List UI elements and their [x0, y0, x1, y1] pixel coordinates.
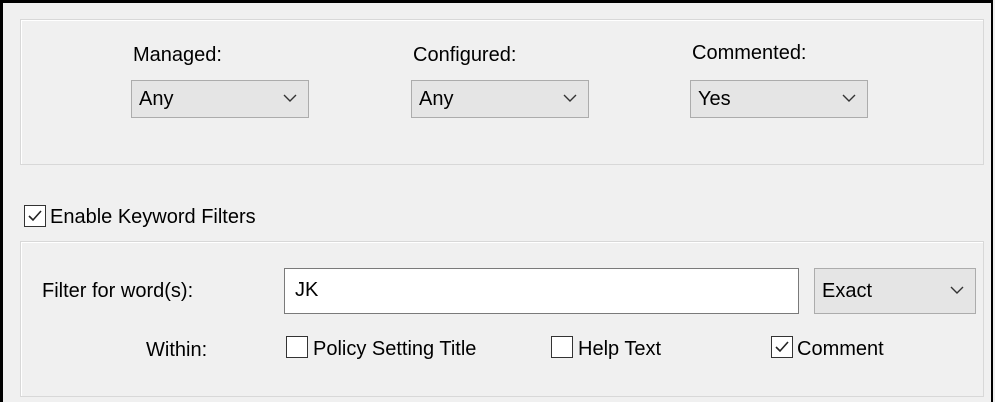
check-icon — [28, 210, 42, 222]
filter-words-textbox[interactable] — [284, 268, 799, 314]
policy-setting-title-checkbox[interactable] — [286, 336, 308, 358]
match-mode-value: Exact — [822, 280, 873, 302]
managed-value: Any — [139, 88, 174, 110]
configured-value: Any — [419, 88, 454, 110]
configured-label: Configured: — [413, 44, 517, 66]
chevron-down-icon — [283, 94, 297, 102]
within-label: Within: — [146, 339, 208, 361]
enable-keyword-filters-label[interactable]: Enable Keyword Filters — [50, 205, 256, 229]
comment-label[interactable]: Comment — [797, 337, 884, 361]
check-icon — [775, 341, 789, 353]
filter-words-input[interactable] — [295, 279, 775, 302]
match-mode-dropdown[interactable]: Exact — [814, 268, 976, 314]
managed-label: Managed: — [133, 44, 222, 66]
configured-dropdown[interactable]: Any — [411, 80, 589, 118]
chevron-down-icon — [842, 94, 856, 102]
chevron-down-icon — [563, 94, 577, 102]
chevron-down-icon — [950, 286, 964, 294]
comment-checkbox[interactable] — [771, 336, 793, 358]
help-text-label[interactable]: Help Text — [578, 337, 661, 361]
managed-dropdown[interactable]: Any — [131, 80, 309, 118]
keyword-filters-group — [20, 241, 984, 397]
enable-keyword-filters-checkbox[interactable] — [24, 205, 46, 227]
commented-label: Commented: — [692, 42, 807, 64]
filter-words-label: Filter for word(s): — [42, 280, 194, 302]
help-text-checkbox[interactable] — [551, 336, 573, 358]
policy-setting-title-label[interactable]: Policy Setting Title — [313, 337, 476, 361]
commented-value: Yes — [698, 88, 731, 110]
commented-dropdown[interactable]: Yes — [690, 80, 868, 118]
